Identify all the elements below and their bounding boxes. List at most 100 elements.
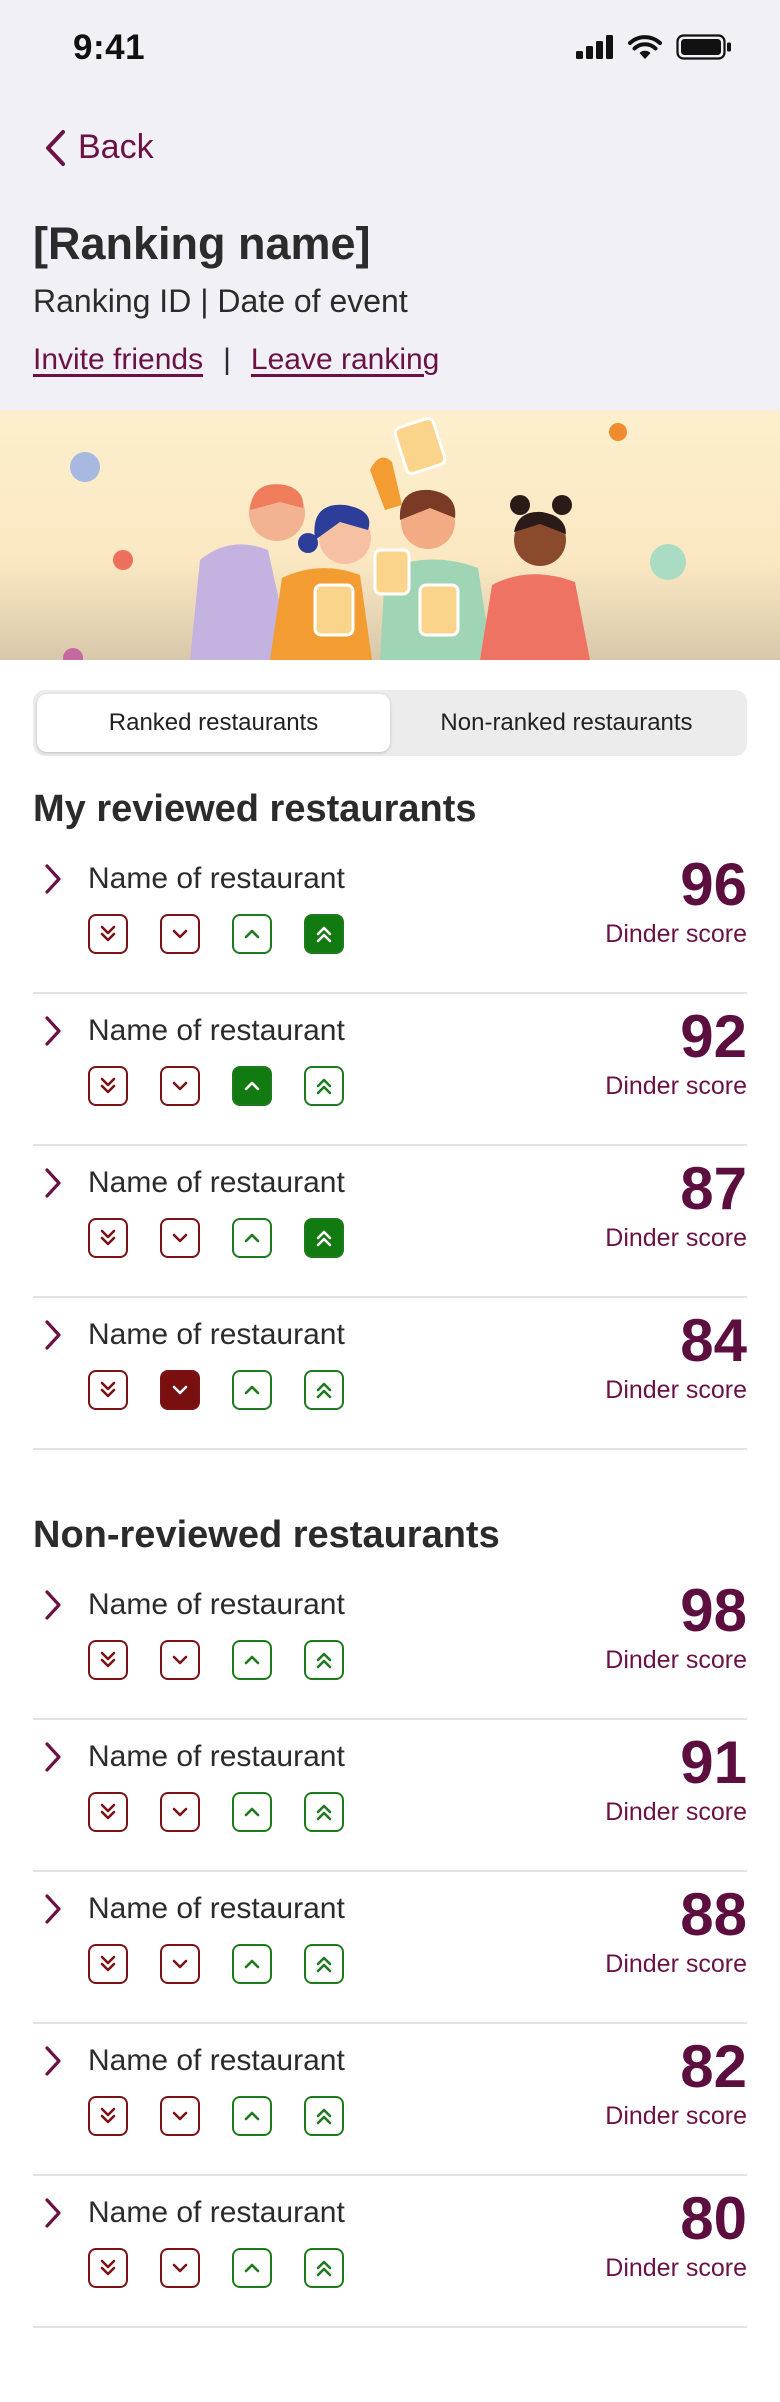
strong-downvote-button[interactable]	[88, 1792, 128, 1832]
downvote-button[interactable]	[160, 1370, 200, 1410]
downvote-button[interactable]	[160, 1218, 200, 1258]
restaurant-row[interactable]: Name of restaurant 82 Dinder score	[33, 2024, 747, 2176]
restaurant-name: Name of restaurant	[88, 862, 345, 895]
restaurant-row[interactable]: Name of restaurant 92 Dinder score	[33, 994, 747, 1146]
strong-downvote-button[interactable]	[88, 1066, 128, 1106]
chevron-up-icon	[244, 2111, 260, 2121]
strong-downvote-button[interactable]	[88, 1370, 128, 1410]
chevron-right-icon[interactable]	[43, 2196, 63, 2230]
strong-upvote-button[interactable]	[304, 2248, 344, 2288]
strong-upvote-button[interactable]	[304, 1944, 344, 1984]
strong-upvote-button[interactable]	[304, 1218, 344, 1258]
strong-upvote-button[interactable]	[304, 1066, 344, 1106]
dinder-score: 80 Dinder score	[567, 2186, 747, 2283]
chevron-right-icon[interactable]	[43, 862, 63, 896]
status-time: 9:41	[73, 28, 146, 67]
upvote-button[interactable]	[232, 1066, 272, 1106]
downvote-button[interactable]	[160, 2248, 200, 2288]
downvote-button[interactable]	[160, 914, 200, 954]
restaurant-row[interactable]: Name of restaurant 98 Dinder score	[33, 1568, 747, 1720]
upvote-button[interactable]	[232, 914, 272, 954]
vote-buttons	[88, 2096, 344, 2136]
vote-buttons	[88, 1370, 344, 1410]
strong-upvote-button[interactable]	[304, 1640, 344, 1680]
downvote-button[interactable]	[160, 2096, 200, 2136]
chevron-right-icon[interactable]	[43, 1318, 63, 1352]
upvote-button[interactable]	[232, 1640, 272, 1680]
strong-upvote-button[interactable]	[304, 1370, 344, 1410]
vote-buttons	[88, 914, 344, 954]
dinder-score: 92 Dinder score	[567, 1004, 747, 1101]
double-chevron-down-icon	[100, 2107, 116, 2124]
ranking-subtitle: Ranking ID | Date of event	[33, 283, 408, 319]
score-value: 96	[680, 851, 747, 918]
strong-downvote-button[interactable]	[88, 2248, 128, 2288]
restaurant-row[interactable]: Name of restaurant 96 Dinder score	[33, 842, 747, 994]
double-chevron-down-icon	[100, 1651, 116, 1668]
restaurant-row[interactable]: Name of restaurant 84 Dinder score	[33, 1298, 747, 1450]
restaurant-row[interactable]: Name of restaurant 80 Dinder score	[33, 2176, 747, 2328]
upvote-button[interactable]	[232, 2096, 272, 2136]
leave-ranking-link[interactable]: Leave ranking	[251, 343, 439, 377]
double-chevron-down-icon	[100, 2259, 116, 2276]
dinder-score: 96 Dinder score	[567, 852, 747, 949]
chevron-up-icon	[244, 1807, 260, 1817]
chevron-left-icon	[46, 129, 65, 166]
double-chevron-down-icon	[100, 1229, 116, 1246]
chevron-right-icon[interactable]	[43, 2044, 63, 2078]
double-chevron-up-icon	[316, 1804, 332, 1821]
restaurant-row[interactable]: Name of restaurant 91 Dinder score	[33, 1720, 747, 1872]
upvote-button[interactable]	[232, 1370, 272, 1410]
vote-buttons	[88, 1792, 344, 1832]
downvote-button[interactable]	[160, 1944, 200, 1984]
chevron-right-icon[interactable]	[43, 1166, 63, 1200]
vote-buttons	[88, 1066, 344, 1106]
chevron-up-icon	[244, 1081, 260, 1091]
upvote-button[interactable]	[232, 1792, 272, 1832]
downvote-button[interactable]	[160, 1792, 200, 1832]
chevron-up-icon	[244, 929, 260, 939]
strong-downvote-button[interactable]	[88, 1218, 128, 1258]
score-label: Dinder score	[605, 1798, 747, 1826]
strong-downvote-button[interactable]	[88, 1640, 128, 1680]
score-value: 82	[680, 2033, 747, 2100]
chevron-right-icon[interactable]	[43, 1892, 63, 1926]
strong-upvote-button[interactable]	[304, 2096, 344, 2136]
double-chevron-down-icon	[100, 1077, 116, 1094]
score-label: Dinder score	[605, 1072, 747, 1100]
score-label: Dinder score	[605, 1646, 747, 1674]
strong-downvote-button[interactable]	[88, 2096, 128, 2136]
chevron-down-icon	[172, 1655, 188, 1665]
chevron-right-icon[interactable]	[43, 1014, 63, 1048]
strong-upvote-button[interactable]	[304, 1792, 344, 1832]
invite-friends-link[interactable]: Invite friends	[33, 343, 203, 377]
chevron-right-icon[interactable]	[43, 1588, 63, 1622]
tab-ranked-restaurants[interactable]: Ranked restaurants	[37, 694, 390, 752]
chevron-right-icon[interactable]	[43, 1740, 63, 1774]
tab-non-ranked-restaurants[interactable]: Non-ranked restaurants	[390, 694, 743, 752]
strong-downvote-button[interactable]	[88, 1944, 128, 1984]
restaurant-row[interactable]: Name of restaurant 87 Dinder score	[33, 1146, 747, 1298]
chevron-up-icon	[244, 1385, 260, 1395]
score-label: Dinder score	[605, 1950, 747, 1978]
dinder-score: 87 Dinder score	[567, 1156, 747, 1253]
downvote-button[interactable]	[160, 1066, 200, 1106]
score-value: 84	[680, 1307, 747, 1374]
chevron-down-icon	[172, 1807, 188, 1817]
upvote-button[interactable]	[232, 1944, 272, 1984]
reviewed-list: Name of restaurant 96 Dinder score Name of …	[33, 842, 747, 1450]
strong-downvote-button[interactable]	[88, 914, 128, 954]
upvote-button[interactable]	[232, 2248, 272, 2288]
chevron-down-icon	[172, 1385, 188, 1395]
strong-upvote-button[interactable]	[304, 914, 344, 954]
dinder-score: 98 Dinder score	[567, 1578, 747, 1675]
double-chevron-up-icon	[316, 1956, 332, 1973]
double-chevron-up-icon	[316, 926, 332, 943]
back-button[interactable]: Back	[44, 128, 154, 167]
chevron-down-icon	[172, 929, 188, 939]
friends-toasting-illustration	[63, 417, 686, 660]
downvote-button[interactable]	[160, 1640, 200, 1680]
upvote-button[interactable]	[232, 1218, 272, 1258]
restaurant-row[interactable]: Name of restaurant 88 Dinder score	[33, 1872, 747, 2024]
ranking-tabs: Ranked restaurants Non-ranked restaurant…	[33, 690, 747, 756]
